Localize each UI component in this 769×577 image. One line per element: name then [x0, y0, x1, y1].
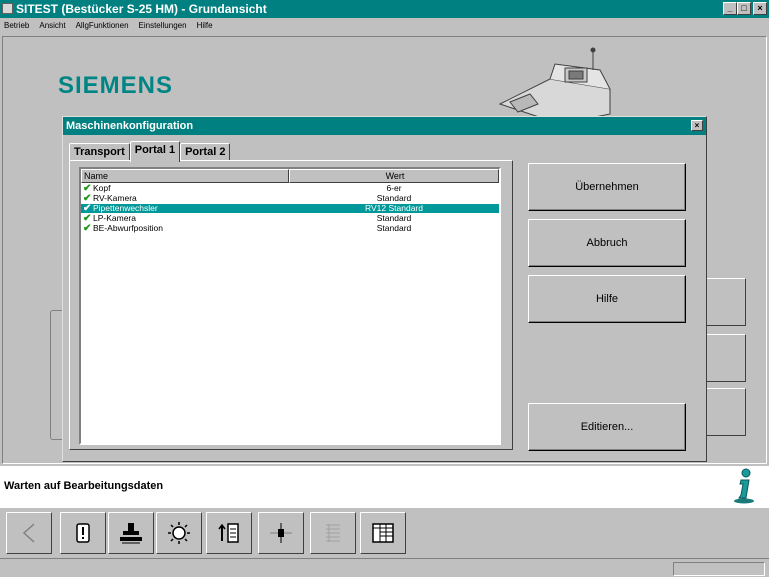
dialog-title: Maschinenkonfiguration: [66, 120, 194, 132]
back-icon: [22, 523, 35, 543]
list-item-name-cell: ✔ RV-Kamera: [81, 193, 289, 204]
list-item-name: Kopf: [93, 183, 111, 193]
machine-config-dialog: Maschinenkonfiguration × Transport Porta…: [62, 116, 707, 462]
list-item-name: RV-Kamera: [93, 193, 137, 203]
dialog-close-button[interactable]: ×: [691, 120, 703, 131]
background-button-1[interactable]: [706, 278, 746, 326]
checkmark-icon: ✔: [83, 193, 92, 204]
bottom-status-bar: [0, 558, 769, 577]
status-message: Warten auf Bearbeitungsdaten: [4, 480, 164, 492]
sun-icon: [168, 522, 190, 544]
stamp-icon: [120, 523, 142, 544]
dialog-titlebar[interactable]: Maschinenkonfiguration ×: [63, 117, 706, 135]
tab-portal-2[interactable]: Portal 2: [180, 143, 231, 161]
list-item-value: Standard: [376, 213, 412, 223]
menu-bar: Betrieb Ansicht AllgFunktionen Einstellu…: [0, 18, 769, 34]
list-item-name-cell: ✔ Kopf: [81, 183, 289, 194]
stamp-button[interactable]: [108, 512, 154, 554]
light-button[interactable]: [156, 512, 202, 554]
list-item-name-cell: ✔ BE-Abwurfposition: [81, 223, 289, 234]
machine-illustration: [498, 47, 611, 124]
list-item-selected[interactable]: ✔ Pipettenwechsler RV12 Standard: [81, 203, 499, 214]
list-item-name: LP-Kamera: [93, 213, 136, 223]
menu-item-ansicht[interactable]: Ansicht: [39, 18, 65, 34]
app-icon: [2, 3, 13, 14]
column-header-name[interactable]: Name: [81, 169, 289, 183]
bottom-toolbar: [0, 508, 769, 558]
list-item[interactable]: ✔ LP-Kamera Standard: [81, 213, 499, 224]
list-header: Name Wert: [81, 169, 499, 183]
tab-portal-1[interactable]: Portal 1: [129, 141, 181, 162]
tab-transport[interactable]: Transport: [69, 143, 130, 161]
info-icon[interactable]: [731, 468, 757, 504]
grid-button[interactable]: [360, 512, 406, 554]
list-button[interactable]: [310, 512, 356, 554]
help-button[interactable]: Hilfe: [528, 275, 686, 323]
list-item-name-cell: ✔ Pipettenwechsler: [81, 203, 289, 214]
config-list[interactable]: Name Wert ✔ Kopf 6-er ✔ RV-Kamera Standard…: [79, 167, 501, 445]
list-item-value: Standard: [376, 223, 412, 233]
list-item[interactable]: ✔ Kopf 6-er: [81, 183, 499, 194]
warning-button[interactable]: [60, 512, 106, 554]
list-item-value: Standard: [376, 193, 412, 203]
status-field: [673, 562, 765, 576]
minimize-button[interactable]: _: [723, 2, 737, 15]
feeder-icon: [218, 523, 239, 543]
menu-item-allgfunktionen[interactable]: AllgFunktionen: [76, 18, 129, 34]
status-area: Warten auf Bearbeitungsdaten: [0, 466, 769, 508]
menu-item-hilfe[interactable]: Hilfe: [197, 18, 213, 34]
list-icon: [326, 524, 340, 542]
list-item-name-cell: ✔ LP-Kamera: [81, 213, 289, 224]
window-titlebar[interactable]: SITEST (Bestücker S-25 HM) - Grundansich…: [0, 0, 769, 18]
back-button[interactable]: [6, 512, 52, 554]
maximize-button[interactable]: □: [737, 2, 751, 15]
checkmark-icon: ✔: [83, 223, 92, 234]
background-button-3[interactable]: [706, 388, 746, 436]
list-item[interactable]: ✔ BE-Abwurfposition Standard: [81, 223, 499, 234]
window-title: SITEST (Bestücker S-25 HM) - Grundansich…: [16, 2, 267, 16]
apply-button[interactable]: Übernehmen: [528, 163, 686, 211]
tab-strip: Transport Portal 1 Portal 2: [69, 141, 231, 162]
background-button-2[interactable]: [706, 334, 746, 382]
list-item-value: RV12 Standard: [365, 203, 423, 213]
menu-item-einstellungen[interactable]: Einstellungen: [139, 18, 187, 34]
list-item-name: BE-Abwurfposition: [93, 223, 163, 233]
list-item-value: 6-er: [386, 183, 402, 193]
list-item-name: Pipettenwechsler: [93, 203, 158, 213]
checkmark-icon: ✔: [83, 203, 92, 214]
cancel-button[interactable]: Abbruch: [528, 219, 686, 267]
feeder-button[interactable]: [206, 512, 252, 554]
checkmark-icon: ✔: [83, 213, 92, 224]
slider-button[interactable]: [258, 512, 304, 554]
menu-item-betrieb[interactable]: Betrieb: [4, 18, 29, 34]
close-button[interactable]: ×: [753, 2, 767, 15]
list-item[interactable]: ✔ RV-Kamera Standard: [81, 193, 499, 204]
warning-icon: [76, 523, 90, 543]
window-controls: _ □ ×: [723, 2, 767, 15]
grid-icon: [372, 523, 394, 543]
checkmark-icon: ✔: [83, 183, 92, 194]
edit-button[interactable]: Editieren...: [528, 403, 686, 451]
brand-logo: SIEMENS: [58, 72, 174, 99]
slider-icon: [270, 523, 292, 543]
column-header-wert[interactable]: Wert: [289, 169, 499, 183]
